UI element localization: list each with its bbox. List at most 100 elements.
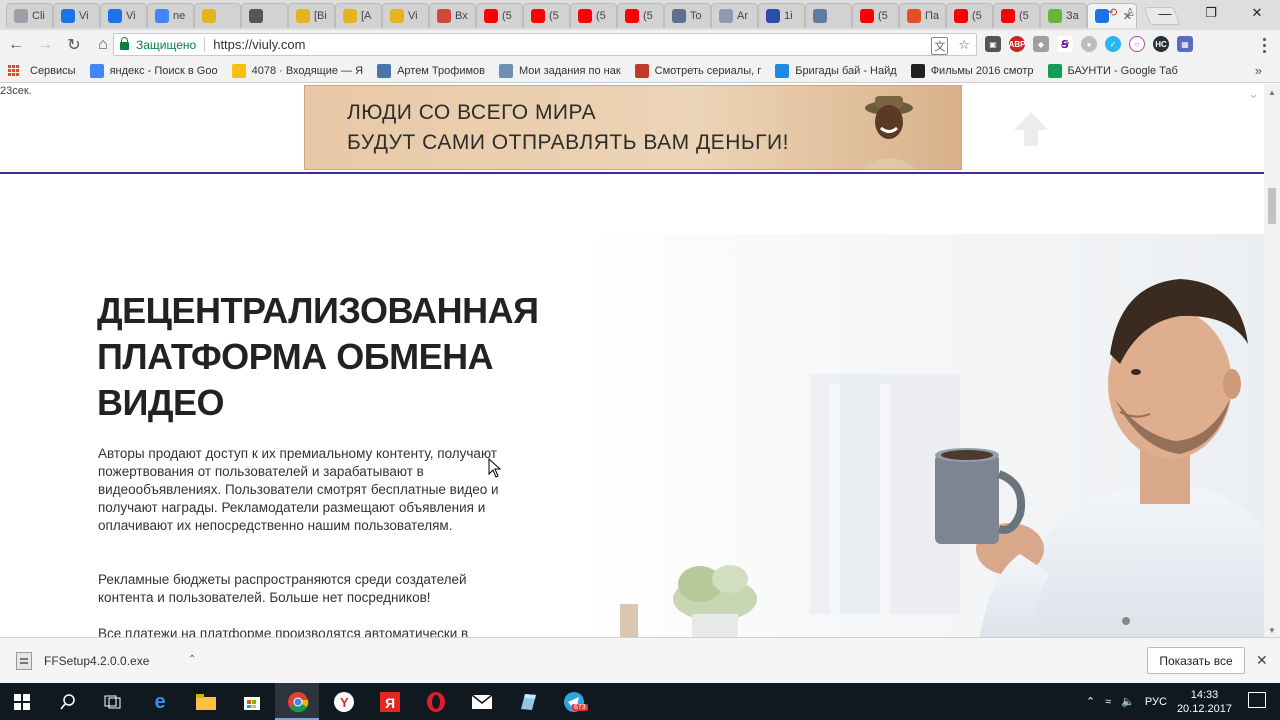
- browser-tab[interactable]: Вх: [429, 3, 476, 28]
- download-item[interactable]: FFSetup4.2.0.0.exe: [16, 652, 149, 670]
- profile-area[interactable]: ⟲ ♙: [1108, 6, 1135, 19]
- bookmark-item[interactable]: яндекс - Поиск в Goo: [89, 63, 218, 78]
- search-icon[interactable]: [55, 689, 81, 715]
- page-scrollbar[interactable]: ▲ ▼: [1264, 84, 1280, 637]
- bookmark-item[interactable]: Смотреть сериалы, г: [634, 63, 762, 78]
- browser-tab[interactable]: [Bi: [288, 3, 335, 28]
- scroll-up-icon[interactable]: ▲: [1268, 88, 1276, 97]
- generic-site-icon: [672, 9, 686, 23]
- viuly-icon: [1095, 9, 1109, 23]
- sync-icon[interactable]: ⟲: [1108, 6, 1117, 19]
- browser-tab[interactable]: Па: [899, 3, 946, 28]
- tab-label: (5: [878, 10, 888, 22]
- maximize-button[interactable]: ❐: [1188, 0, 1234, 26]
- bookmark-item[interactable]: БАУНТИ - Google Таб: [1047, 63, 1178, 78]
- show-all-downloads-button[interactable]: Показать все: [1147, 647, 1245, 674]
- store-icon[interactable]: [239, 689, 265, 715]
- chrome-icon[interactable]: [285, 689, 311, 715]
- browser-tab[interactable]: [194, 3, 241, 28]
- browser-tab[interactable]: [A: [335, 3, 382, 28]
- address-bar[interactable]: Защищено https://viuly.com 文 ☆: [113, 33, 977, 56]
- bookmark-item[interactable]: Артем Трофимов: [377, 63, 485, 78]
- network-icon[interactable]: ≈: [1105, 696, 1111, 708]
- browser-tab[interactable]: Cli: [6, 3, 53, 28]
- clock[interactable]: 14:33 20.12.2017: [1177, 688, 1232, 716]
- ad-banner[interactable]: ЛЮДИ СО ВСЕГО МИРА БУДУТ САМИ ОТПРАВЛЯТЬ…: [304, 85, 962, 170]
- mail-icon[interactable]: [469, 689, 495, 715]
- extension-icon[interactable]: HC: [1153, 36, 1169, 52]
- scroll-down-icon[interactable]: ▼: [1268, 626, 1276, 635]
- tab-label: Vi: [126, 10, 136, 22]
- close-shelf-icon[interactable]: ✕: [1256, 652, 1268, 669]
- extension-icon[interactable]: Ꞩ: [1057, 36, 1073, 52]
- browser-tab[interactable]: Vi: [382, 3, 429, 28]
- yandex-browser-icon[interactable]: Y: [331, 689, 357, 715]
- chevron-up-icon[interactable]: ⌃: [188, 654, 196, 665]
- language-indicator[interactable]: РУС: [1145, 696, 1167, 708]
- browser-menu-button[interactable]: [1258, 36, 1270, 54]
- browser-tab[interactable]: Ar: [711, 3, 758, 28]
- chevron-down-icon[interactable]: ⌄: [1248, 86, 1259, 102]
- browser-tab[interactable]: Vi: [53, 3, 100, 28]
- browser-tab[interactable]: 1i: [758, 3, 805, 28]
- user-icon[interactable]: ♙: [1125, 6, 1135, 19]
- yandex-icon[interactable]: Я: [377, 689, 403, 715]
- bookmark-label: Смотреть сериалы, г: [654, 64, 762, 77]
- browser-tab[interactable]: To: [664, 3, 711, 28]
- tab-label: Па: [925, 10, 940, 22]
- action-center-icon[interactable]: [1248, 692, 1266, 708]
- banner-text: ЛЮДИ СО ВСЕГО МИРА БУДУТ САМИ ОТПРАВЛЯТЬ…: [347, 98, 789, 158]
- close-window-button[interactable]: ✕: [1234, 0, 1280, 26]
- file-explorer-icon[interactable]: [193, 689, 219, 715]
- url-text[interactable]: https://viuly.com: [213, 37, 305, 52]
- download-file-name[interactable]: FFSetup4.2.0.0.exe: [44, 654, 149, 668]
- extension-icon[interactable]: ▦: [1177, 36, 1193, 52]
- extension-icon[interactable]: ✓: [1105, 36, 1121, 52]
- bookmark-item[interactable]: Фильмы 2016 смотр: [910, 63, 1034, 78]
- app-icon[interactable]: [515, 689, 541, 715]
- extension-icon[interactable]: ◆: [1033, 36, 1049, 52]
- extension-icon[interactable]: ●: [1081, 36, 1097, 52]
- task-view-icon[interactable]: [100, 689, 126, 715]
- translate-icon[interactable]: 文: [931, 37, 949, 55]
- browser-tab[interactable]: (5: [946, 3, 993, 28]
- telegram-icon[interactable]: 673: [561, 689, 588, 715]
- browser-tab[interactable]: (5: [993, 3, 1040, 28]
- more-bookmarks-icon[interactable]: »: [1255, 63, 1262, 78]
- browser-tab[interactable]: (5: [570, 3, 617, 28]
- google-icon: [89, 63, 104, 78]
- bookmark-item[interactable]: Сервисы: [8, 64, 76, 77]
- browser-tab[interactable]: [241, 3, 288, 28]
- browser-tab[interactable]: (5: [523, 3, 570, 28]
- browser-tab[interactable]: (5: [617, 3, 664, 28]
- extension-icon[interactable]: ○: [1129, 36, 1145, 52]
- scroll-up-arrow-icon[interactable]: [1008, 106, 1054, 152]
- browser-tab[interactable]: За: [1040, 3, 1087, 28]
- minimize-button[interactable]: —: [1142, 0, 1188, 26]
- browser-tab[interactable]: ne: [147, 3, 194, 28]
- browser-tab[interactable]: (5: [476, 3, 523, 28]
- bookmark-star-icon[interactable]: ☆: [958, 37, 970, 55]
- tab-label: [Bi: [314, 10, 327, 22]
- bookmark-item[interactable]: Бригады бай - Найд: [775, 63, 897, 78]
- volume-icon[interactable]: 🔈: [1121, 695, 1135, 708]
- back-button[interactable]: ←: [3, 32, 29, 58]
- scrollbar-thumb[interactable]: [1268, 188, 1276, 224]
- bookmark-label: 4078 · Входящие — Я: [251, 64, 364, 77]
- bookmark-item[interactable]: 4078 · Входящие — Я: [231, 63, 364, 78]
- edge-icon[interactable]: e: [147, 689, 173, 715]
- adblock-icon[interactable]: ABP: [1009, 36, 1025, 52]
- extension-icon[interactable]: ▣: [985, 36, 1001, 52]
- chevron-up-icon[interactable]: ⌃: [1086, 695, 1095, 708]
- header-divider: [0, 172, 1264, 174]
- opera-icon[interactable]: [423, 689, 449, 715]
- browser-tab[interactable]: Vi: [100, 3, 147, 28]
- browser-tab[interactable]: [805, 3, 852, 28]
- forward-button[interactable]: →: [32, 32, 58, 58]
- browser-tab[interactable]: (5: [852, 3, 899, 28]
- file-icon: [16, 652, 32, 670]
- reload-button[interactable]: ↻: [61, 32, 87, 58]
- windows-start-icon[interactable]: [9, 689, 35, 715]
- tab-strip: Cli Vi Vi ne [Bi [A Vi Вх (5 (5 (5 (5 To Ar 1i (5 Па (5 (5…: [0, 0, 1280, 30]
- bookmark-item[interactable]: Мои задания по нак: [498, 63, 621, 78]
